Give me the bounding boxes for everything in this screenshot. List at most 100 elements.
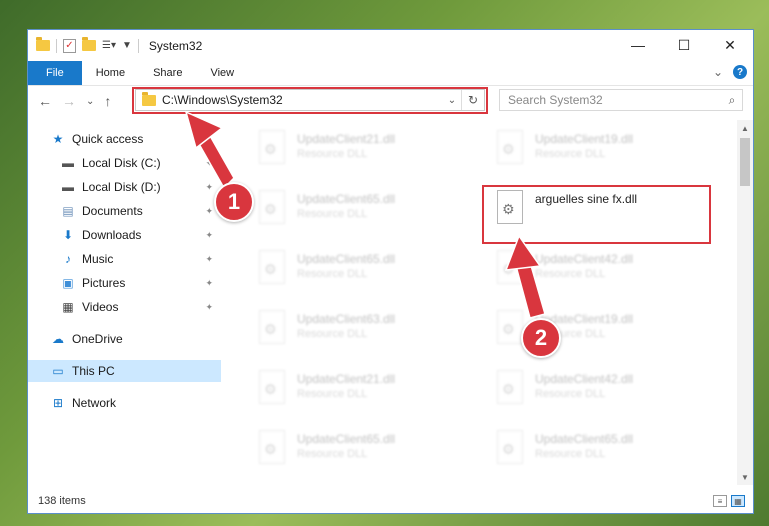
file-item[interactable]: ⚙ UpdateClient21.dll Resource DLL	[251, 126, 471, 174]
address-bar[interactable]: C:\Windows\System32 ⌄ ↻	[135, 89, 485, 111]
pin-icon[interactable]: ✦	[205, 302, 213, 313]
forward-arrow-icon[interactable]: →	[62, 93, 76, 109]
recent-locations-icon[interactable]: ⌄	[86, 96, 94, 107]
file-name: UpdateClient42.dll	[535, 372, 634, 386]
file-type: Resource DLL	[297, 388, 368, 400]
file-name: arguelles sine fx.dll	[535, 192, 638, 206]
file-item[interactable]: ⚙ UpdateClient65.dll Resource DLL	[251, 186, 471, 234]
file-type: Resource DLL	[535, 388, 606, 400]
tab-share[interactable]: Share	[139, 61, 196, 85]
sidebar-item[interactable]: ▦ Videos ✦	[28, 296, 221, 318]
sidebar-item[interactable]: ☁ OneDrive	[28, 328, 221, 350]
sidebar-item[interactable]: ▤ Documents ✦	[28, 200, 221, 222]
file-item[interactable]: ⚙ UpdateClient65.dll Resource DLL	[489, 426, 709, 474]
tiles-view-icon[interactable]: ▦	[731, 495, 745, 507]
gear-icon: ⚙	[502, 381, 515, 397]
folder-icon[interactable]	[36, 37, 50, 51]
view-switcher: ≡ ▦	[713, 495, 745, 507]
file-type: Resource DLL	[535, 268, 606, 280]
drive-icon: ▬	[62, 180, 74, 194]
dll-file-icon: ⚙	[259, 310, 285, 344]
refresh-icon[interactable]: ↻	[461, 90, 484, 110]
expand-ribbon-icon[interactable]: ⌄	[713, 65, 723, 79]
pin-icon[interactable]: ✦	[205, 278, 213, 289]
file-type: Resource DLL	[297, 208, 368, 220]
customize-toolbar-icon[interactable]: ☰▾	[102, 40, 116, 51]
search-icon[interactable]: ⌕	[722, 93, 742, 108]
window-title: System32	[148, 38, 203, 53]
sidebar-item-label: Pictures	[82, 276, 126, 290]
dll-file-icon: ⚙	[259, 430, 285, 464]
search-box[interactable]: ⌕	[499, 89, 743, 111]
step-badge-1: 1	[214, 182, 254, 222]
pin-icon[interactable]: ✦	[205, 230, 213, 241]
dll-file-icon: ⚙	[497, 190, 523, 224]
file-item[interactable]: ⚙ UpdateClient19.dll Resource DLL	[489, 126, 709, 174]
pin-icon[interactable]: ✦	[205, 206, 213, 217]
search-input[interactable]	[500, 92, 722, 108]
pin-icon[interactable]: ✦	[205, 254, 213, 265]
address-history-icon[interactable]: ⌄	[443, 95, 461, 106]
sidebar-item-label: Network	[72, 396, 117, 410]
file-name: UpdateClient65.dll	[297, 192, 396, 206]
scroll-down-icon[interactable]: ▼	[737, 469, 753, 485]
sidebar-item[interactable]: ⬇ Downloads ✦	[28, 224, 221, 246]
dll-file-icon: ⚙	[497, 130, 523, 164]
sidebar-item-label: Quick access	[72, 132, 144, 146]
sidebar-item[interactable]: ⊞ Network	[28, 392, 221, 414]
scroll-up-icon[interactable]: ▲	[737, 120, 753, 136]
quick-access-toolbar: ✓ ☰▾ ▼	[36, 37, 132, 53]
help-icon[interactable]: ?	[733, 65, 747, 79]
navigation-bar: ← → ⌄ ↑ C:\Windows\System32 ⌄ ↻ ⌕	[28, 86, 753, 116]
vertical-scrollbar[interactable]: ▲ ▼	[737, 120, 753, 485]
dll-file-icon: ⚙	[259, 190, 285, 224]
tab-file[interactable]: File	[28, 61, 82, 85]
sidebar-item[interactable]: ★ Quick access	[28, 128, 221, 150]
tab-home[interactable]: Home	[82, 61, 139, 85]
address-path[interactable]: C:\Windows\System32	[162, 93, 443, 107]
sidebar-item[interactable]: ▬ Local Disk (C:) ✦	[28, 152, 221, 174]
maximize-button[interactable]: ☐	[661, 30, 707, 60]
up-arrow-icon[interactable]: ↑	[104, 93, 111, 109]
file-item[interactable]: ⚙ UpdateClient42.dll Resource DLL	[489, 366, 709, 414]
item-count: 138 items	[38, 495, 86, 507]
gear-icon: ⚙	[502, 321, 515, 337]
dll-file-icon: ⚙	[259, 130, 285, 164]
file-name: UpdateClient65.dll	[297, 252, 396, 266]
file-item[interactable]: ⚙ UpdateClient21.dll Resource DLL	[251, 366, 471, 414]
sidebar-item-label: Local Disk (D:)	[82, 180, 161, 194]
drive-icon: ▬	[62, 156, 74, 170]
explorer-window: ✓ ☰▾ ▼ System32 — ☐ ✕ File Home Share Vi…	[27, 29, 754, 514]
network-icon: ⊞	[52, 396, 64, 410]
back-arrow-icon[interactable]: ←	[38, 93, 52, 109]
minimize-button[interactable]: —	[615, 30, 661, 60]
gear-icon: ⚙	[502, 441, 515, 457]
details-view-icon[interactable]: ≡	[713, 495, 727, 507]
sidebar-item-label: Music	[82, 252, 114, 266]
sidebar-item[interactable]: ▣ Pictures ✦	[28, 272, 221, 294]
file-name: UpdateClient65.dll	[297, 432, 396, 446]
file-item[interactable]: ⚙ UpdateClient65.dll Resource DLL	[251, 246, 471, 294]
file-item[interactable]: ⚙ UpdateClient63.dll Resource DLL	[251, 306, 471, 354]
pin-icon[interactable]: ✦	[205, 182, 213, 193]
tab-view[interactable]: View	[196, 61, 248, 85]
gear-icon: ⚙	[264, 141, 277, 157]
new-folder-icon[interactable]	[82, 37, 96, 51]
gear-icon: ⚙	[502, 261, 515, 277]
music-icon: ♪	[65, 252, 71, 266]
file-item[interactable]: ⚙ UpdateClient42.dll Resource DLL	[489, 246, 709, 294]
sidebar-item[interactable]: ♪ Music ✦	[28, 248, 221, 270]
sidebar-item[interactable]: ▭ This PC	[28, 360, 221, 382]
file-item[interactable]: ⚙ UpdateClient65.dll Resource DLL	[251, 426, 471, 474]
scroll-thumb[interactable]	[740, 138, 750, 186]
sidebar-item-label: OneDrive	[72, 332, 123, 346]
pin-icon[interactable]: ✦	[205, 158, 213, 169]
properties-icon[interactable]: ✓	[63, 38, 76, 53]
file-item[interactable]: ⚙ arguelles sine fx.dll	[489, 186, 709, 234]
dropdown-arrow-icon[interactable]: ▼	[122, 40, 132, 51]
sidebar-item-label: Videos	[82, 300, 119, 314]
address-folder-icon	[142, 91, 156, 106]
sidebar-item[interactable]: ▬ Local Disk (D:) ✦	[28, 176, 221, 198]
close-button[interactable]: ✕	[707, 30, 753, 60]
star-icon: ★	[52, 132, 64, 146]
